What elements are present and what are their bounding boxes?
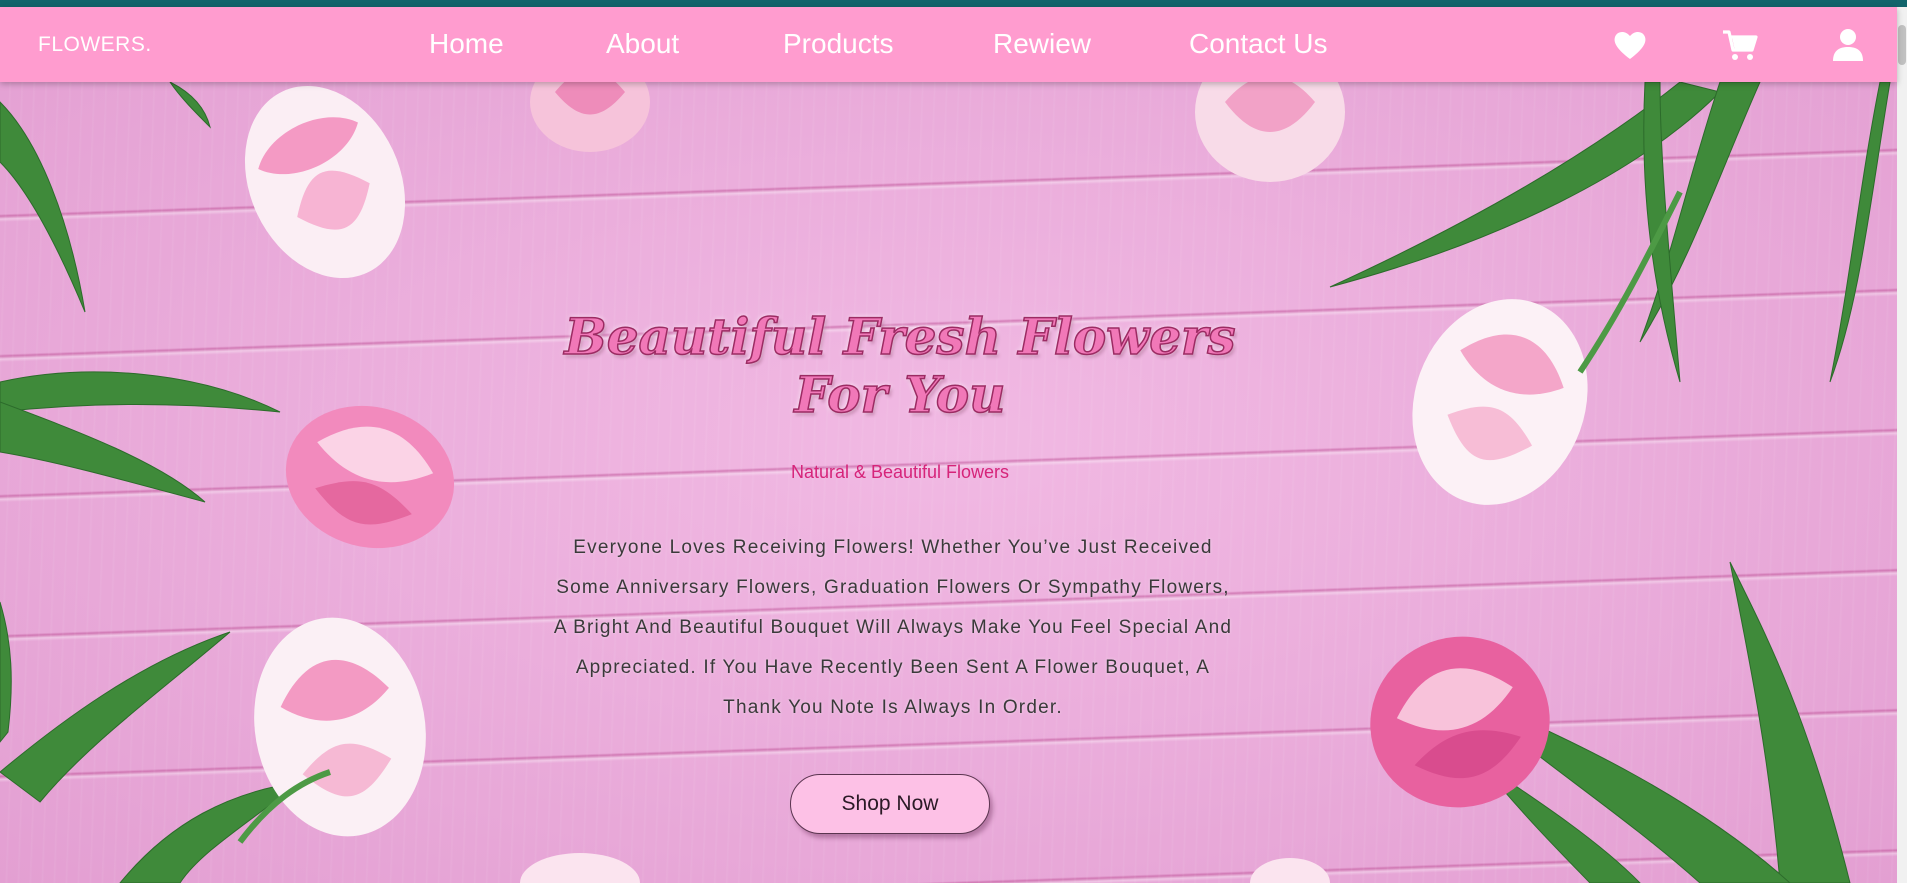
heart-icon[interactable] bbox=[1612, 27, 1648, 63]
hero-title-line2: For You bbox=[794, 365, 1006, 425]
top-strip bbox=[0, 0, 1907, 7]
shop-now-button[interactable]: Shop Now bbox=[790, 774, 990, 834]
nav-about[interactable]: About bbox=[606, 28, 679, 60]
user-icon[interactable] bbox=[1830, 27, 1866, 63]
logo[interactable]: FLOWERS. bbox=[38, 33, 152, 57]
scrollbar-thumb[interactable] bbox=[1898, 25, 1906, 65]
navbar: FLOWERS. Home About Products Rewiew Cont… bbox=[0, 7, 1897, 82]
scrollbar[interactable] bbox=[1897, 7, 1907, 883]
hero-title-line1: Beautiful Fresh Flowers bbox=[564, 307, 1237, 367]
hero-description: Everyone Loves Receiving Flowers! Whethe… bbox=[553, 537, 1233, 718]
hero-subtitle: Natural & Beautiful Flowers bbox=[790, 462, 1010, 482]
hero-title: Beautiful Fresh Flowers For You bbox=[520, 307, 1280, 425]
nav-home[interactable]: Home bbox=[429, 28, 504, 60]
nav-contact[interactable]: Contact Us bbox=[1189, 28, 1328, 60]
hero-section: Beautiful Fresh Flowers For You Natural … bbox=[0, 82, 1897, 883]
cart-icon[interactable] bbox=[1722, 27, 1758, 63]
nav-products[interactable]: Products bbox=[783, 28, 894, 60]
nav-review[interactable]: Rewiew bbox=[993, 28, 1091, 60]
